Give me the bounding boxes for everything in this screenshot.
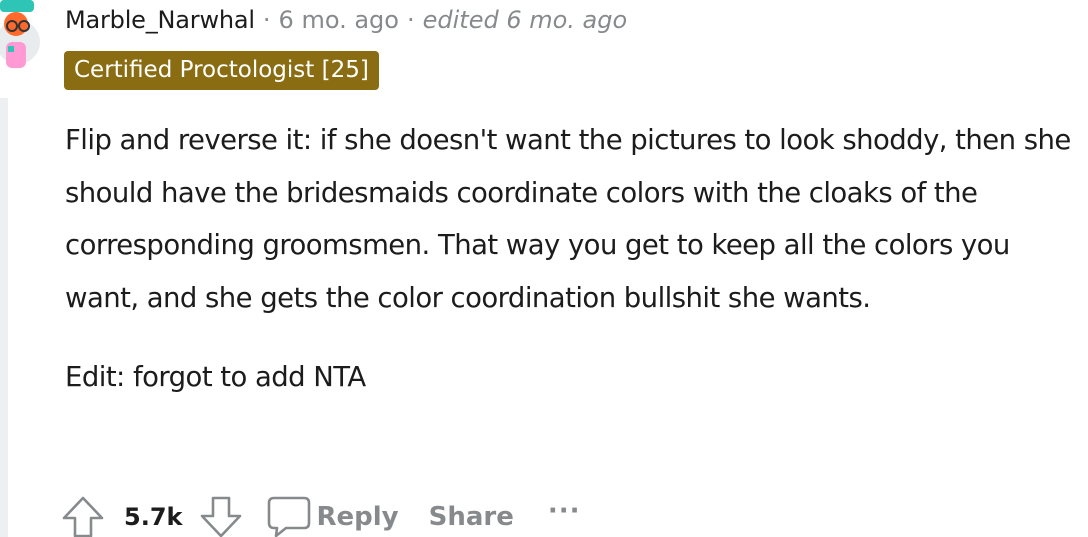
username[interactable]: Marble_Narwhal <box>65 6 255 34</box>
speech-bubble-icon <box>266 494 316 537</box>
comment: Marble_Narwhal · 6 mo. ago · edited 6 mo… <box>0 0 1088 537</box>
edited-label: edited 6 mo. ago <box>422 6 628 34</box>
upvote-arrow-icon <box>62 496 104 537</box>
separator-dot: · <box>262 6 271 34</box>
share-button[interactable]: Share <box>429 502 514 532</box>
downvote-arrow-icon <box>201 496 242 537</box>
downvote-button[interactable] <box>196 494 246 537</box>
reply-button[interactable]: Reply <box>266 494 399 537</box>
user-flair: Certified Proctologist [25] <box>64 51 379 90</box>
comment-actions: 5.7k Reply Share ··· <box>58 494 581 537</box>
upvote-button[interactable] <box>58 494 108 537</box>
comment-body: Flip and reverse it: if she doesn't want… <box>65 114 1085 404</box>
comment-paragraph: Edit: forgot to add NTA <box>65 361 366 393</box>
comment-paragraph: Flip and reverse it: if she doesn't want… <box>65 124 1071 314</box>
avatar[interactable] <box>0 0 40 74</box>
more-options-button[interactable]: ··· <box>548 496 581 526</box>
comment-header: Marble_Narwhal · 6 mo. ago · edited 6 mo… <box>65 3 627 37</box>
timestamp[interactable]: 6 mo. ago <box>279 6 399 34</box>
separator-dot: · <box>406 6 415 34</box>
vote-score: 5.7k <box>124 503 183 531</box>
reply-label: Reply <box>316 502 399 532</box>
thread-line[interactable] <box>0 98 8 537</box>
